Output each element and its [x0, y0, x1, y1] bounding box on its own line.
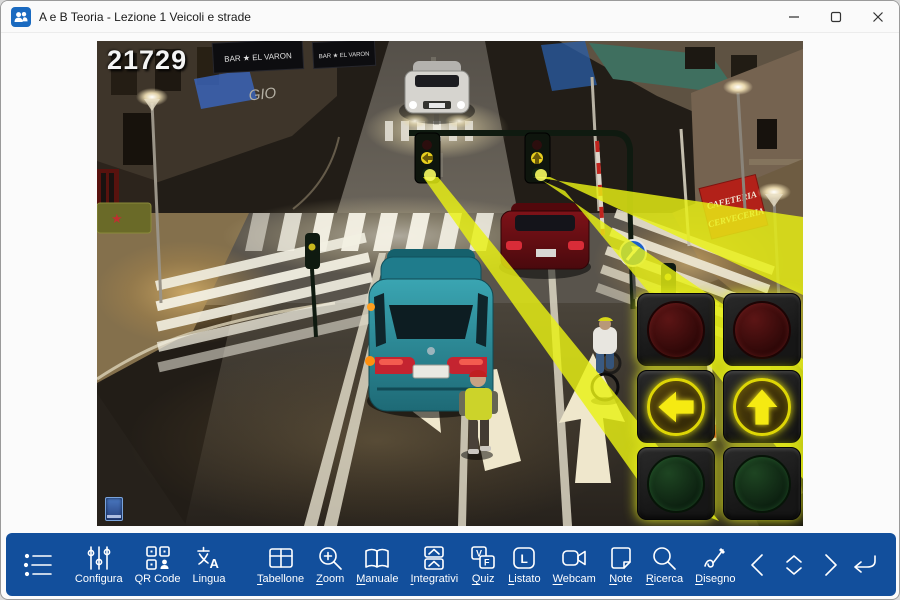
sida-watermark-logo — [105, 497, 123, 521]
up-arrow-icon — [740, 385, 784, 429]
toolbar-label: QR Code — [135, 573, 181, 585]
list-menu-icon — [23, 551, 53, 579]
toolbar-label: Disegno — [695, 573, 735, 585]
open-book-icon — [364, 545, 390, 571]
menu-button[interactable] — [16, 542, 61, 588]
true-false-quiz-icon: V F — [470, 545, 496, 571]
toolbar-label: Listato — [508, 573, 540, 585]
toolbar-label: Configura — [75, 573, 123, 585]
toolbar-label: Zoom — [316, 573, 344, 585]
shop-sign-left: ★ — [97, 203, 151, 233]
chevron-left-icon — [746, 552, 772, 578]
left-arrow-icon — [654, 385, 698, 429]
lesson-number: 21729 — [107, 45, 187, 76]
maximize-icon — [830, 11, 842, 23]
stacked-images-icon — [421, 545, 447, 571]
svg-text:F: F — [484, 558, 490, 568]
traffic-light-column-right — [723, 293, 801, 521]
green-lamp-off — [647, 455, 705, 513]
chevron-right-icon — [816, 552, 842, 578]
bar-sign-left: BAR ★ EL VARON — [212, 41, 303, 73]
white-car — [399, 61, 475, 128]
minimize-icon — [788, 11, 800, 23]
svg-text:★: ★ — [111, 211, 123, 226]
red-car — [499, 203, 591, 279]
previous-button[interactable] — [741, 543, 776, 587]
draw-pen-icon — [702, 545, 728, 571]
toolbar-item-manuale[interactable]: Manuale — [350, 541, 404, 588]
window-title: A e B Teoria - Lezione 1 Veicoli e strad… — [39, 10, 251, 24]
note-page-icon — [608, 545, 634, 571]
chevron-up-down-icon — [780, 551, 808, 579]
toolbar-item-disegno[interactable]: Disegno — [689, 541, 741, 588]
toolbar-item-integrativi[interactable]: Integrativi — [404, 541, 464, 588]
bottom-toolbar: Configura QR Code A Lingua — [6, 533, 896, 596]
toolbar-label: Lingua — [192, 573, 225, 585]
return-arrow-icon — [849, 552, 879, 578]
expand-collapse-button[interactable] — [777, 543, 812, 587]
svg-text:A: A — [209, 556, 219, 571]
close-icon — [872, 11, 884, 23]
close-button[interactable] — [857, 1, 899, 33]
language-icon: A — [196, 545, 222, 571]
sliders-icon — [86, 545, 112, 571]
qr-code-icon — [145, 545, 171, 571]
traffic-light-column-left — [637, 293, 715, 521]
app-window: A e B Teoria - Lezione 1 Veicoli e strad… — [0, 0, 900, 600]
traffic-light-panel — [637, 293, 801, 521]
traffic-light-green-left — [637, 447, 715, 520]
traffic-light-red-right — [723, 293, 801, 366]
people-icon — [13, 9, 29, 25]
toolbar-item-zoom[interactable]: Zoom — [310, 541, 350, 588]
toolbar-label: Integrativi — [410, 573, 458, 585]
return-button[interactable] — [847, 543, 882, 587]
traffic-light-yellow-left — [637, 370, 715, 443]
lesson-scene[interactable]: BAR ★ EL VARON BAR ★ EL VARON GIO CAFETE… — [97, 41, 803, 526]
toolbar-item-ricerca[interactable]: Ricerca — [640, 541, 689, 588]
toolbar-item-webcam[interactable]: Webcam — [547, 541, 602, 588]
toolbar-item-listato[interactable]: L Listato — [502, 541, 546, 588]
title-bar: A e B Teoria - Lezione 1 Veicoli e strad… — [1, 1, 899, 33]
toolbar-item-note[interactable]: Note — [602, 541, 640, 588]
toolbar-label: Ricerca — [646, 573, 683, 585]
traffic-light-red-left — [637, 293, 715, 366]
yellow-up-arrow-lamp-lit — [733, 378, 791, 436]
board-grid-icon — [268, 545, 294, 571]
next-button[interactable] — [812, 543, 847, 587]
toolbar-label: Tabellone — [257, 573, 304, 585]
toolbar-item-lingua[interactable]: A Lingua — [186, 541, 231, 588]
toolbar-label: Manuale — [356, 573, 398, 585]
svg-text:L: L — [521, 552, 528, 566]
traffic-light-green-right — [723, 447, 801, 520]
app-icon — [11, 7, 31, 27]
red-lamp-off — [647, 301, 705, 359]
toolbar-label: Note — [609, 573, 632, 585]
toolbar-label: Webcam — [553, 573, 596, 585]
toolbar-item-qr-code[interactable]: QR Code — [129, 541, 187, 588]
graffiti-text: GIO — [248, 85, 277, 105]
minimize-button[interactable] — [773, 1, 815, 33]
bar-sign-right: BAR ★ EL VARON — [312, 41, 375, 68]
list-l-icon: L — [511, 545, 537, 571]
maximize-button[interactable] — [815, 1, 857, 33]
zoom-in-icon — [317, 545, 343, 571]
search-icon — [651, 545, 677, 571]
toolbar-item-quiz[interactable]: V F Quiz — [464, 541, 502, 588]
toolbar-item-configura[interactable]: Configura — [69, 541, 129, 588]
webcam-icon — [561, 545, 587, 571]
yellow-left-arrow-lamp-lit — [647, 378, 705, 436]
traffic-light-yellow-right — [723, 370, 801, 443]
green-lamp-off — [733, 455, 791, 513]
toolbar-item-tabellone[interactable]: Tabellone — [251, 541, 310, 588]
red-lamp-off — [733, 301, 791, 359]
toolbar-label: Quiz — [472, 573, 495, 585]
